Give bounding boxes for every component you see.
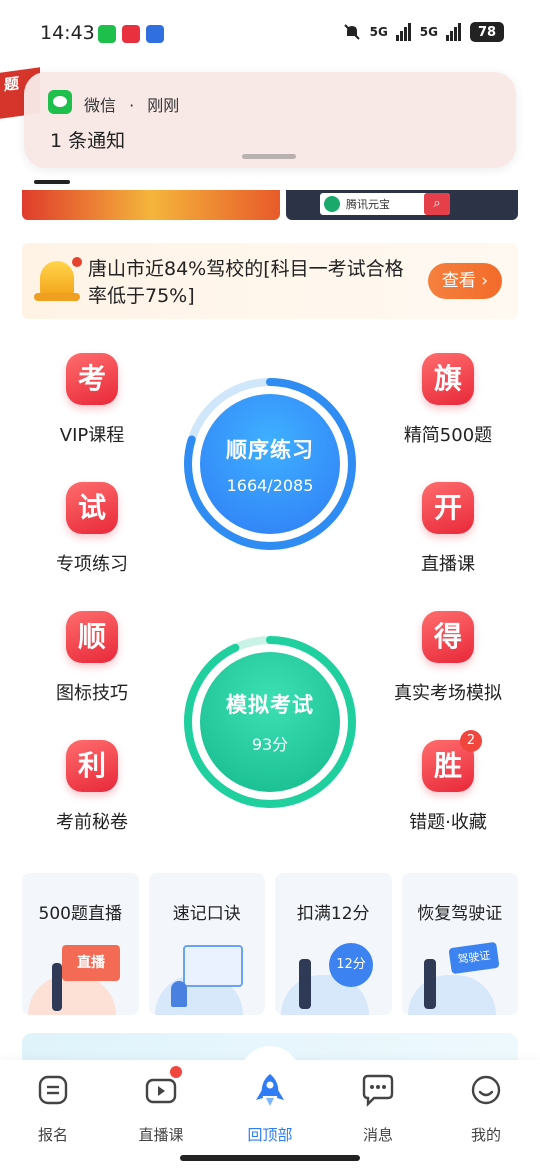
view-button-label: 查看 (441, 271, 476, 291)
feature-sign-tips[interactable]: 顺 图标技巧 (22, 611, 162, 705)
practice-circle: 顺序练习 1664/2085 (200, 394, 340, 534)
tab-messages[interactable]: 消息 (333, 1072, 423, 1145)
count-badge: 2 (460, 730, 482, 752)
kai-icon: 开 (422, 482, 474, 534)
notification-drag-handle[interactable] (242, 154, 296, 159)
status-time: 14:43 (40, 22, 95, 44)
practice-progress-text: 1664/2085 (226, 475, 314, 495)
battery-icon: 78 (470, 22, 504, 42)
sequential-practice-button[interactable]: 顺序练习 1664/2085 (182, 376, 358, 552)
view-button[interactable]: 查看 › (428, 263, 502, 299)
signal-bars-icon (446, 23, 461, 41)
rocket-icon (256, 1074, 284, 1106)
tab-indicator (34, 180, 70, 184)
bell-icon (30, 257, 86, 305)
status-indicators: 5G 5G 78 (342, 22, 504, 42)
home-indicator[interactable] (180, 1155, 360, 1161)
exam-title: 模拟考试 (226, 693, 314, 717)
notification-header: 微信 · 刚刚 (84, 92, 179, 116)
feature-label: 错题·收藏 (409, 812, 487, 833)
shun-icon: 顺 (66, 611, 118, 663)
wechat-status-icon (98, 25, 116, 43)
feature-live-course[interactable]: 开 直播课 (378, 482, 518, 576)
announcement-banner[interactable]: 唐山市近84%驾校的[科目一考试合格率低于75%] 查看 › (22, 243, 518, 319)
mute-bell-icon (343, 24, 360, 40)
status-bar: 14:43 5G 5G 78 (0, 0, 540, 70)
promo-banner-left[interactable] (22, 190, 280, 220)
shi-icon: 试 (66, 482, 118, 534)
card-art-bg (407, 975, 496, 1015)
kao-icon: 考 (66, 353, 118, 405)
card-art-bg (28, 975, 116, 1015)
person-illustration (299, 959, 311, 1009)
smile-face-icon (471, 1075, 501, 1105)
license-badge: 驾驶证 (447, 941, 500, 975)
exam-score-text: 93分 (251, 735, 289, 754)
tab-register[interactable]: 报名 (8, 1072, 98, 1145)
feature-mistakes-favorites[interactable]: 胜 2 错题·收藏 (378, 730, 518, 834)
notification-time: 刚刚 (147, 96, 180, 115)
person-illustration (52, 963, 62, 1011)
signal-label-2: 5G (419, 25, 438, 39)
feature-label: 真实考场模拟 (394, 683, 502, 704)
mock-exam-button[interactable]: 模拟考试 93分 (182, 634, 358, 810)
person-illustration (170, 981, 187, 1007)
feature-label: 直播课 (421, 554, 475, 575)
tab-label: 报名 (37, 1126, 68, 1144)
tab-label: 回顶部 (247, 1126, 293, 1144)
tab-label: 消息 (362, 1126, 393, 1144)
exam-circle: 模拟考试 93分 (200, 652, 340, 792)
feature-real-exam-sim[interactable]: 得 真实考场模拟 (378, 611, 518, 705)
tab-mine[interactable]: 我的 (441, 1072, 531, 1145)
search-icon[interactable]: ⌕ (424, 193, 450, 215)
notification-app-name: 微信 (84, 96, 117, 115)
tab-back-to-top[interactable]: 回顶部 (225, 1072, 315, 1145)
announcement-text: 唐山市近84%驾校的[科目一考试合格率低于75%] (88, 258, 404, 307)
tab-live-course[interactable]: 直播课 (116, 1066, 206, 1145)
app-status-icon (122, 25, 140, 43)
feature-label: 精简500题 (403, 425, 493, 446)
wechat-icon (48, 90, 72, 114)
tab-label: 我的 (470, 1126, 501, 1144)
status-app-icons (98, 25, 164, 43)
live-board-icon: 直播 (62, 945, 120, 981)
app2-status-icon (146, 25, 164, 43)
qi-icon: 旗 (422, 353, 474, 405)
feature-500-questions[interactable]: 旗 精简500题 (378, 353, 518, 447)
feature-vip-course[interactable]: 考 VIP课程 (22, 353, 162, 447)
person-illustration (423, 959, 436, 1009)
card-restore-license[interactable]: 恢复驾驶证 驾驶证 (401, 873, 518, 1015)
chat-bubble-icon (362, 1074, 394, 1107)
notification-separator: · (129, 96, 135, 115)
tencent-yuanbao-label: 腾讯元宝 (346, 198, 390, 211)
card-title: 扣满12分 (296, 904, 370, 924)
chevron-right-icon: › (475, 271, 489, 291)
feature-pre-exam-papers[interactable]: 利 考前秘卷 (22, 740, 162, 834)
feature-label: VIP课程 (59, 425, 125, 446)
practice-title: 顺序练习 (226, 437, 314, 462)
service-cards: 500题直播 直播 速记口诀 扣满12分 12分 恢复驾驶证 驾驶证 (22, 873, 518, 1015)
register-icon (38, 1075, 68, 1105)
card-title: 速记口诀 (172, 904, 241, 924)
feature-label: 专项练习 (56, 554, 128, 575)
feature-label: 考前秘卷 (56, 812, 128, 833)
notification-dot (170, 1066, 182, 1078)
de-icon: 得 (422, 611, 474, 663)
board-icon (182, 945, 243, 987)
li-icon: 利 (66, 740, 118, 792)
tab-label: 直播课 (138, 1126, 184, 1144)
card-12-points[interactable]: 扣满12分 12分 (275, 873, 392, 1015)
yuanbao-logo-icon (324, 196, 340, 212)
signal-label-1: 5G (369, 25, 388, 39)
card-title: 500题直播 (38, 904, 122, 924)
feature-special-practice[interactable]: 试 专项练习 (22, 482, 162, 576)
signal-bars-icon (395, 23, 411, 41)
card-title: 恢复驾驶证 (417, 904, 503, 924)
wechat-notification[interactable]: 微信 · 刚刚 1 条通知 (24, 72, 516, 168)
feature-label: 图标技巧 (56, 683, 128, 704)
card-500-live[interactable]: 500题直播 直播 (22, 873, 139, 1015)
card-mnemonic[interactable]: 速记口诀 (148, 873, 265, 1015)
twelve-points-badge: 12分 (329, 943, 373, 987)
notification-body: 1 条通知 (50, 130, 126, 152)
